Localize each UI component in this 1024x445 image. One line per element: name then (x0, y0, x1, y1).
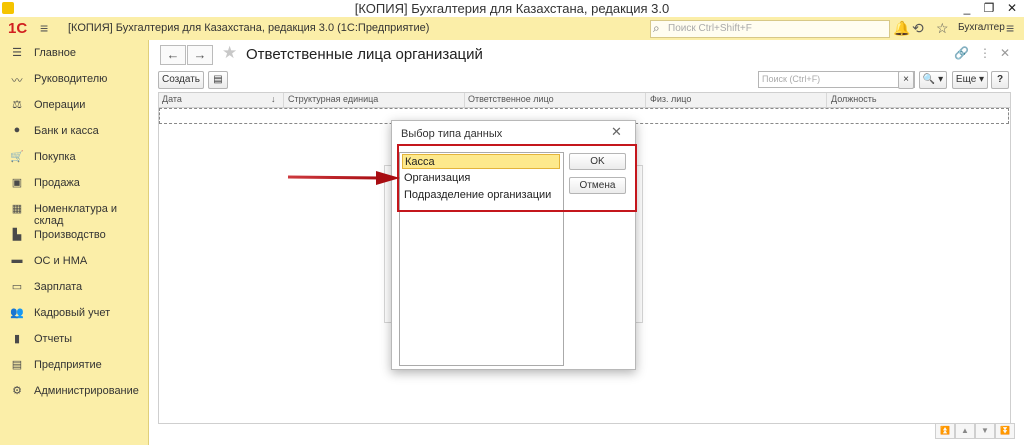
truck-icon: ▬ (11, 254, 23, 266)
building-icon: ▤ (11, 359, 23, 371)
search-icon: ⌕ (653, 21, 660, 35)
gear-icon: ⚙ (12, 385, 22, 397)
clear-search-button[interactable]: × (898, 71, 914, 89)
main-menu-icon[interactable]: ≡ (40, 20, 48, 36)
more-vertical-icon[interactable]: ⋮ (979, 46, 991, 60)
scroll-down-icon[interactable]: ▼ (975, 423, 995, 439)
sidebar-item-enterprise[interactable]: ▤ Предприятие (0, 352, 148, 378)
column-position[interactable]: Должность (831, 94, 877, 104)
coin-icon: ● (13, 124, 21, 136)
sidebar-item-label: Руководителю (34, 73, 108, 85)
sidebar-item-admin[interactable]: ⚙ Администрирование (0, 378, 148, 404)
more-button[interactable]: Еще ▾ (952, 71, 988, 89)
sidebar-item-sales[interactable]: ▣ Продажа (0, 170, 148, 196)
column-date[interactable]: Дата (162, 94, 182, 104)
dialog-close-icon[interactable]: ✕ (611, 124, 622, 140)
user-name[interactable]: Бухгалтер (958, 22, 1005, 33)
sidebar-item-hr[interactable]: 👥 Кадровый учет (0, 300, 148, 326)
global-search-placeholder: Поиск Ctrl+Shift+F (668, 23, 752, 34)
sidebar-item-label: Кадровый учет (34, 307, 111, 319)
bell-icon[interactable]: 🔔 (893, 20, 910, 37)
window-title-bar: [КОПИЯ] Бухгалтерия для Казахстана, реда… (0, 0, 1024, 18)
sidebar-item-label: Главное (34, 47, 77, 59)
scroll-up-icon[interactable]: ▲ (955, 423, 975, 439)
create-button[interactable]: Создать (158, 71, 204, 89)
factory-icon: ▙ (12, 229, 22, 241)
wallet-icon: ▭ (11, 281, 23, 293)
sidebar-item-label: Операции (34, 99, 86, 111)
favorite-star-icon[interactable]: ★ (222, 43, 237, 63)
global-search-input[interactable]: ⌕ Поиск Ctrl+Shift+F (650, 20, 890, 38)
chart-line-icon: 〰 (11, 75, 23, 87)
minimize-button[interactable]: _ (956, 0, 978, 17)
column-individual[interactable]: Физ. лицо (650, 94, 691, 104)
sidebar-item-bank[interactable]: ● Банк и касса (0, 118, 148, 144)
sidebar-item-label: ОС и НМА (34, 255, 88, 267)
sort-down-icon: ↓ (271, 94, 276, 104)
scroll-bottom-icon[interactable]: ⏬ (995, 423, 1015, 439)
app-title: [КОПИЯ] Бухгалтерия для Казахстана, реда… (68, 22, 430, 34)
sidebar-item-warehouse[interactable]: ▦ Номенклатура и склад (0, 196, 148, 227)
app-top-bar: 1С ≡ [КОПИЯ] Бухгалтерия для Казахстана,… (0, 17, 1024, 41)
menu-icon: ☰ (12, 47, 22, 59)
sidebar-item-label: Продажа (34, 177, 80, 189)
sidebar-item-label: Банк и касса (34, 125, 99, 137)
dialog-title: Выбор типа данных (401, 128, 503, 140)
list-search-input[interactable]: Поиск (Ctrl+F) (758, 71, 915, 88)
page-title: Ответственные лица организаций (246, 46, 483, 63)
sidebar-item-production[interactable]: ▙ Производство (0, 222, 148, 248)
sidebar-item-manager[interactable]: 〰 Руководителю (0, 66, 148, 92)
sidebar-item-main[interactable]: ☰ Главное (0, 40, 148, 66)
settings-menu-icon[interactable]: ≡ (1006, 20, 1014, 36)
cart-icon: 🛒 (10, 151, 24, 163)
history-icon[interactable]: ⟲ (912, 20, 924, 37)
maximize-button[interactable]: ❐ (978, 0, 1000, 17)
sidebar-item-salary[interactable]: ▭ Зарплата (0, 274, 148, 300)
bar-chart-icon: ▮ (13, 333, 21, 345)
sidebar-item-label: Отчеты (34, 333, 73, 345)
sidebar-item-label: Зарплата (34, 281, 83, 293)
annotation-arrow (287, 171, 400, 185)
annotation-highlight-box (397, 144, 637, 212)
sidebar-item-reports[interactable]: ▮ Отчеты (0, 326, 148, 352)
find-button[interactable]: 🔍 ▾ (919, 71, 947, 89)
forward-button[interactable]: → (187, 45, 213, 65)
close-icon[interactable]: ✕ (1000, 46, 1010, 60)
sidebar: ☰ Главное 〰 Руководителю ⚖ Операции ● Ба… (0, 40, 149, 445)
scales-icon: ⚖ (12, 99, 22, 111)
bag-icon: ▣ (11, 177, 23, 189)
close-window-button[interactable]: ✕ (1001, 0, 1023, 17)
list-search-placeholder: Поиск (Ctrl+F) (762, 74, 821, 84)
link-icon[interactable]: 🔗 (954, 46, 969, 60)
column-structural-unit[interactable]: Структурная единица (288, 94, 378, 104)
sidebar-item-label: Администрирование (34, 385, 139, 397)
people-icon: 👥 (10, 307, 24, 319)
back-button[interactable]: ← (160, 45, 186, 65)
1c-logo: 1С (8, 20, 28, 37)
help-button[interactable]: ? (991, 71, 1009, 89)
sidebar-item-label: Производство (34, 229, 106, 241)
sidebar-item-purchase[interactable]: 🛒 Покупка (0, 144, 148, 170)
favorites-icon[interactable]: ☆ (936, 20, 949, 37)
grid-icon: ▦ (11, 203, 23, 215)
scroll-top-icon[interactable]: ⏫ (935, 423, 955, 439)
sidebar-item-operations[interactable]: ⚖ Операции (0, 92, 148, 118)
sidebar-item-assets[interactable]: ▬ ОС и НМА (0, 248, 148, 274)
window-title: [КОПИЯ] Бухгалтерия для Казахстана, реда… (354, 1, 670, 16)
sidebar-item-label: Предприятие (34, 359, 102, 371)
copy-icon[interactable]: ▤ (208, 71, 228, 89)
sidebar-item-label: Покупка (34, 151, 76, 163)
column-responsible-person[interactable]: Ответственное лицо (468, 94, 554, 104)
